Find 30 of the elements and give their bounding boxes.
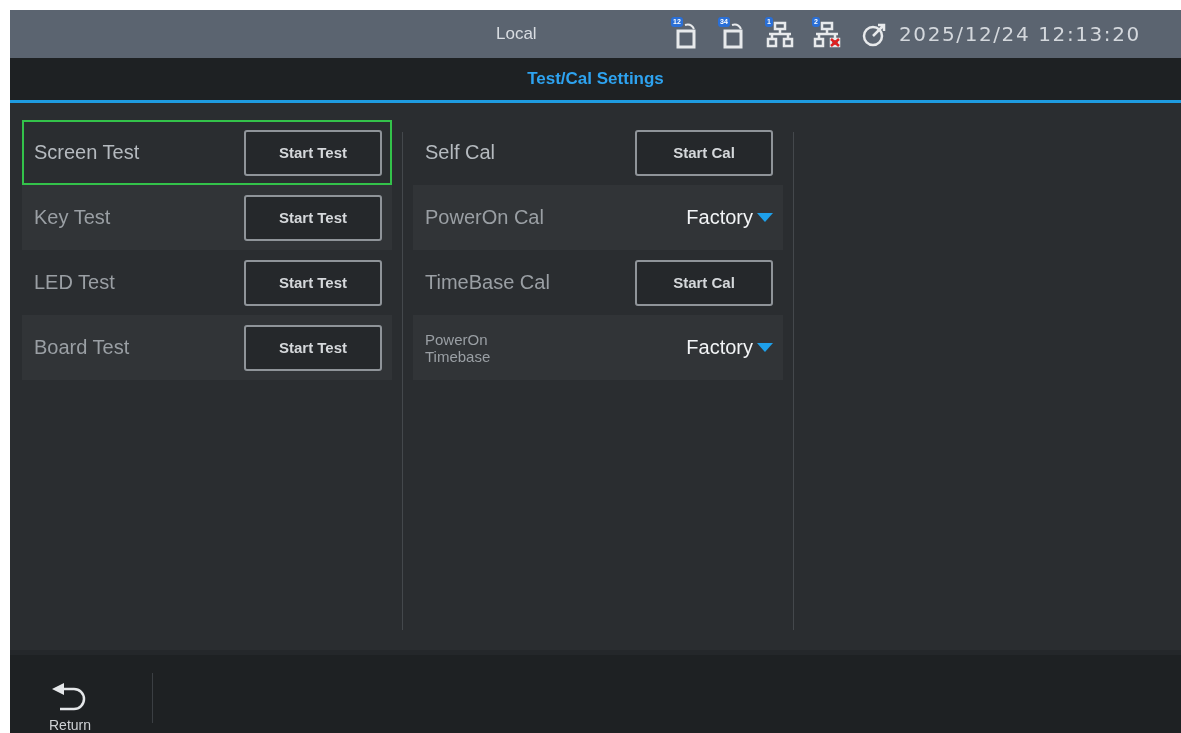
setting-row[interactable]: Key Test Start Test — [22, 185, 392, 250]
start-button[interactable]: Start Cal — [635, 129, 773, 176]
page-title: Test/Cal Settings — [527, 69, 664, 89]
return-button[interactable]: Return — [10, 655, 130, 733]
setting-row[interactable]: Screen Test Start Test — [22, 120, 392, 185]
setting-label: Board Test — [34, 336, 130, 359]
setting-label: LED Test — [34, 271, 115, 294]
setting-row[interactable]: Board Test Start Test — [22, 315, 392, 380]
start-button[interactable]: Start Test — [244, 324, 382, 371]
setting-row[interactable]: Self Cal Start Cal — [413, 120, 783, 185]
datetime-label: 2025/12/24 12:13:20 — [899, 22, 1141, 46]
setting-row[interactable]: PowerOn Timebase Factory — [413, 315, 783, 380]
setting-row[interactable]: LED Test Start Test — [22, 250, 392, 315]
start-button[interactable]: Start Cal — [635, 259, 773, 306]
setting-row[interactable]: TimeBase Cal Start Cal — [413, 250, 783, 315]
dropdown[interactable]: Factory — [686, 206, 773, 229]
setting-row[interactable]: PowerOn Cal Factory — [413, 185, 783, 250]
start-button[interactable]: Start Test — [244, 129, 382, 176]
caret-icon — [757, 342, 773, 353]
setting-label: Screen Test — [34, 141, 140, 164]
start-button[interactable]: Start Test — [244, 259, 382, 306]
setting-label: PowerOn Cal — [425, 206, 544, 229]
mode-label: Local — [496, 24, 538, 44]
start-button[interactable]: Start Test — [244, 194, 382, 241]
setting-label: Key Test — [34, 206, 111, 229]
setting-label: TimeBase Cal — [425, 271, 550, 294]
dropdown[interactable]: Factory — [686, 336, 773, 359]
setting-label: Self Cal — [425, 141, 496, 164]
caret-icon — [757, 212, 773, 223]
setting-label: PowerOn Timebase — [425, 330, 492, 365]
